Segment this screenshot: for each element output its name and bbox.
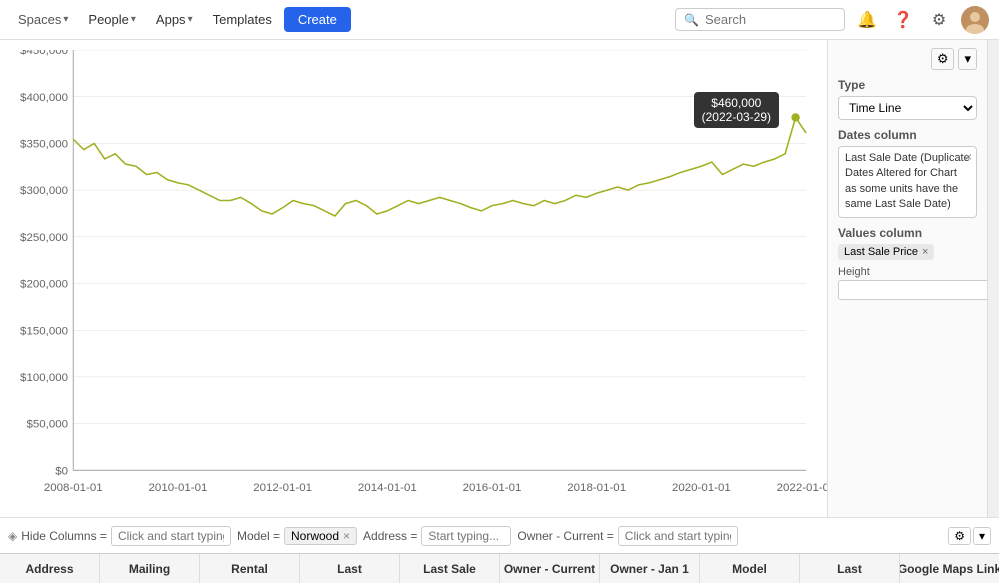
table-header-cell: Mailing (100, 554, 200, 583)
hide-columns-input[interactable] (111, 526, 231, 546)
apps-label: Apps (156, 12, 186, 27)
hide-columns-icon: ◈ (8, 529, 17, 543)
values-column-label: Values column (838, 226, 977, 240)
search-box[interactable]: 🔍 (675, 8, 845, 31)
values-tag-close[interactable]: × (922, 246, 928, 258)
values-tag: Last Sale Price × (838, 244, 934, 260)
height-input[interactable] (838, 280, 990, 300)
scrollbar[interactable] (987, 40, 999, 517)
svg-text:$250,000: $250,000 (20, 232, 68, 244)
main-area: $0 $50,000 $100,000 $150,000 $200,000 $2… (0, 40, 999, 517)
model-filter: Model = Norwood × (237, 527, 357, 545)
svg-text:$50,000: $50,000 (26, 419, 68, 431)
svg-text:2018-01-01: 2018-01-01 (567, 482, 626, 494)
address-filter: Address = (363, 526, 511, 546)
dates-box: × Last Sale Date (Duplicate Dates Altere… (838, 146, 977, 218)
people-chevron: ▾ (131, 14, 136, 25)
templates-label: Templates (213, 12, 272, 27)
values-tag-text: Last Sale Price (844, 246, 918, 258)
filter-gear-area: ⚙ ▾ (948, 527, 991, 545)
chart-area: $0 $50,000 $100,000 $150,000 $200,000 $2… (0, 40, 827, 517)
svg-text:2020-01-01: 2020-01-01 (672, 482, 731, 494)
owner-input[interactable] (618, 526, 738, 546)
people-label: People (88, 12, 128, 27)
apps-chevron: ▾ (188, 14, 193, 25)
svg-text:2012-01-01: 2012-01-01 (253, 482, 312, 494)
svg-text:2010-01-01: 2010-01-01 (149, 482, 208, 494)
chart-line (73, 117, 806, 216)
notifications-button[interactable]: 🔔 (853, 6, 881, 34)
svg-text:$0: $0 (55, 465, 68, 477)
address-label: Address = (363, 529, 417, 543)
hide-columns-filter: ◈ Hide Columns = (8, 526, 231, 546)
svg-text:$100,000: $100,000 (20, 372, 68, 384)
table-header-cell: Last (800, 554, 900, 583)
filter-gear-button[interactable]: ⚙ (948, 527, 971, 545)
spaces-label: Spaces (18, 12, 61, 27)
avatar[interactable] (961, 6, 989, 34)
model-tag: Norwood × (284, 527, 357, 545)
table-header-cell: Last (300, 554, 400, 583)
model-label: Model = (237, 529, 280, 543)
hide-columns-label: Hide Columns = (21, 529, 107, 543)
search-icon: 🔍 (684, 13, 699, 27)
svg-text:2016-01-01: 2016-01-01 (463, 482, 522, 494)
svg-text:$450,000: $450,000 (20, 50, 68, 57)
type-label: Type (838, 78, 977, 92)
svg-text:$300,000: $300,000 (20, 185, 68, 197)
table-header-cell: Model (700, 554, 800, 583)
svg-text:2008-01-01: 2008-01-01 (44, 482, 103, 494)
people-nav[interactable]: People ▾ (80, 8, 144, 31)
dates-close-icon[interactable]: × (965, 149, 972, 166)
gear-row: ⚙ ▾ (838, 48, 977, 70)
line-chart: $0 $50,000 $100,000 $150,000 $200,000 $2… (0, 50, 827, 517)
table-header-cell: Address (0, 554, 100, 583)
create-button[interactable]: Create (284, 7, 351, 32)
owner-filter: Owner - Current = (517, 526, 737, 546)
apps-nav[interactable]: Apps ▾ (148, 8, 201, 31)
height-label: Height (838, 266, 990, 278)
filter-caret-button[interactable]: ▾ (973, 527, 991, 545)
templates-nav[interactable]: Templates (205, 8, 280, 31)
table-header-cell: Google Maps Link (900, 554, 999, 583)
side-panel: ⚙ ▾ Type Time Line Dates column × Last S… (827, 40, 987, 517)
svg-text:$400,000: $400,000 (20, 92, 68, 104)
table-header-cell: Owner - Jan 1 (600, 554, 700, 583)
svg-text:$350,000: $350,000 (20, 139, 68, 151)
panel-caret-button[interactable]: ▾ (958, 48, 977, 70)
model-tag-text: Norwood (291, 529, 339, 543)
svg-text:$200,000: $200,000 (20, 279, 68, 291)
chart-tooltip-dot (791, 113, 799, 121)
top-nav: Spaces ▾ People ▾ Apps ▾ Templates Creat… (0, 0, 999, 40)
type-select[interactable]: Time Line (838, 96, 977, 120)
search-input[interactable] (705, 12, 836, 27)
nav-right: 🔍 🔔 ❓ ⚙ (675, 6, 989, 34)
table-header: AddressMailingRentalLastLast SaleOwner -… (0, 553, 999, 583)
dates-text: Last Sale Date (Duplicate Dates Altered … (845, 152, 970, 210)
spaces-nav[interactable]: Spaces ▾ (10, 8, 76, 31)
table-header-cell: Last Sale (400, 554, 500, 583)
spaces-chevron: ▾ (63, 14, 68, 25)
owner-label: Owner - Current = (517, 529, 613, 543)
settings-button[interactable]: ⚙ (925, 6, 953, 34)
svg-text:2022-01-01: 2022-01-01 (777, 482, 827, 494)
values-tag-container: Last Sale Price × (838, 244, 977, 260)
hw-row: Height Width (838, 266, 977, 300)
model-tag-close[interactable]: × (343, 529, 350, 543)
svg-text:2014-01-01: 2014-01-01 (358, 482, 417, 494)
table-header-cell: Rental (200, 554, 300, 583)
help-button[interactable]: ❓ (889, 6, 917, 34)
svg-text:$150,000: $150,000 (20, 325, 68, 337)
panel-gear-button[interactable]: ⚙ (931, 48, 955, 70)
filter-bar: ◈ Hide Columns = Model = Norwood × Addre… (0, 517, 999, 553)
address-input[interactable] (421, 526, 511, 546)
dates-column-label: Dates column (838, 128, 977, 142)
table-header-cell: Owner - Current (500, 554, 600, 583)
